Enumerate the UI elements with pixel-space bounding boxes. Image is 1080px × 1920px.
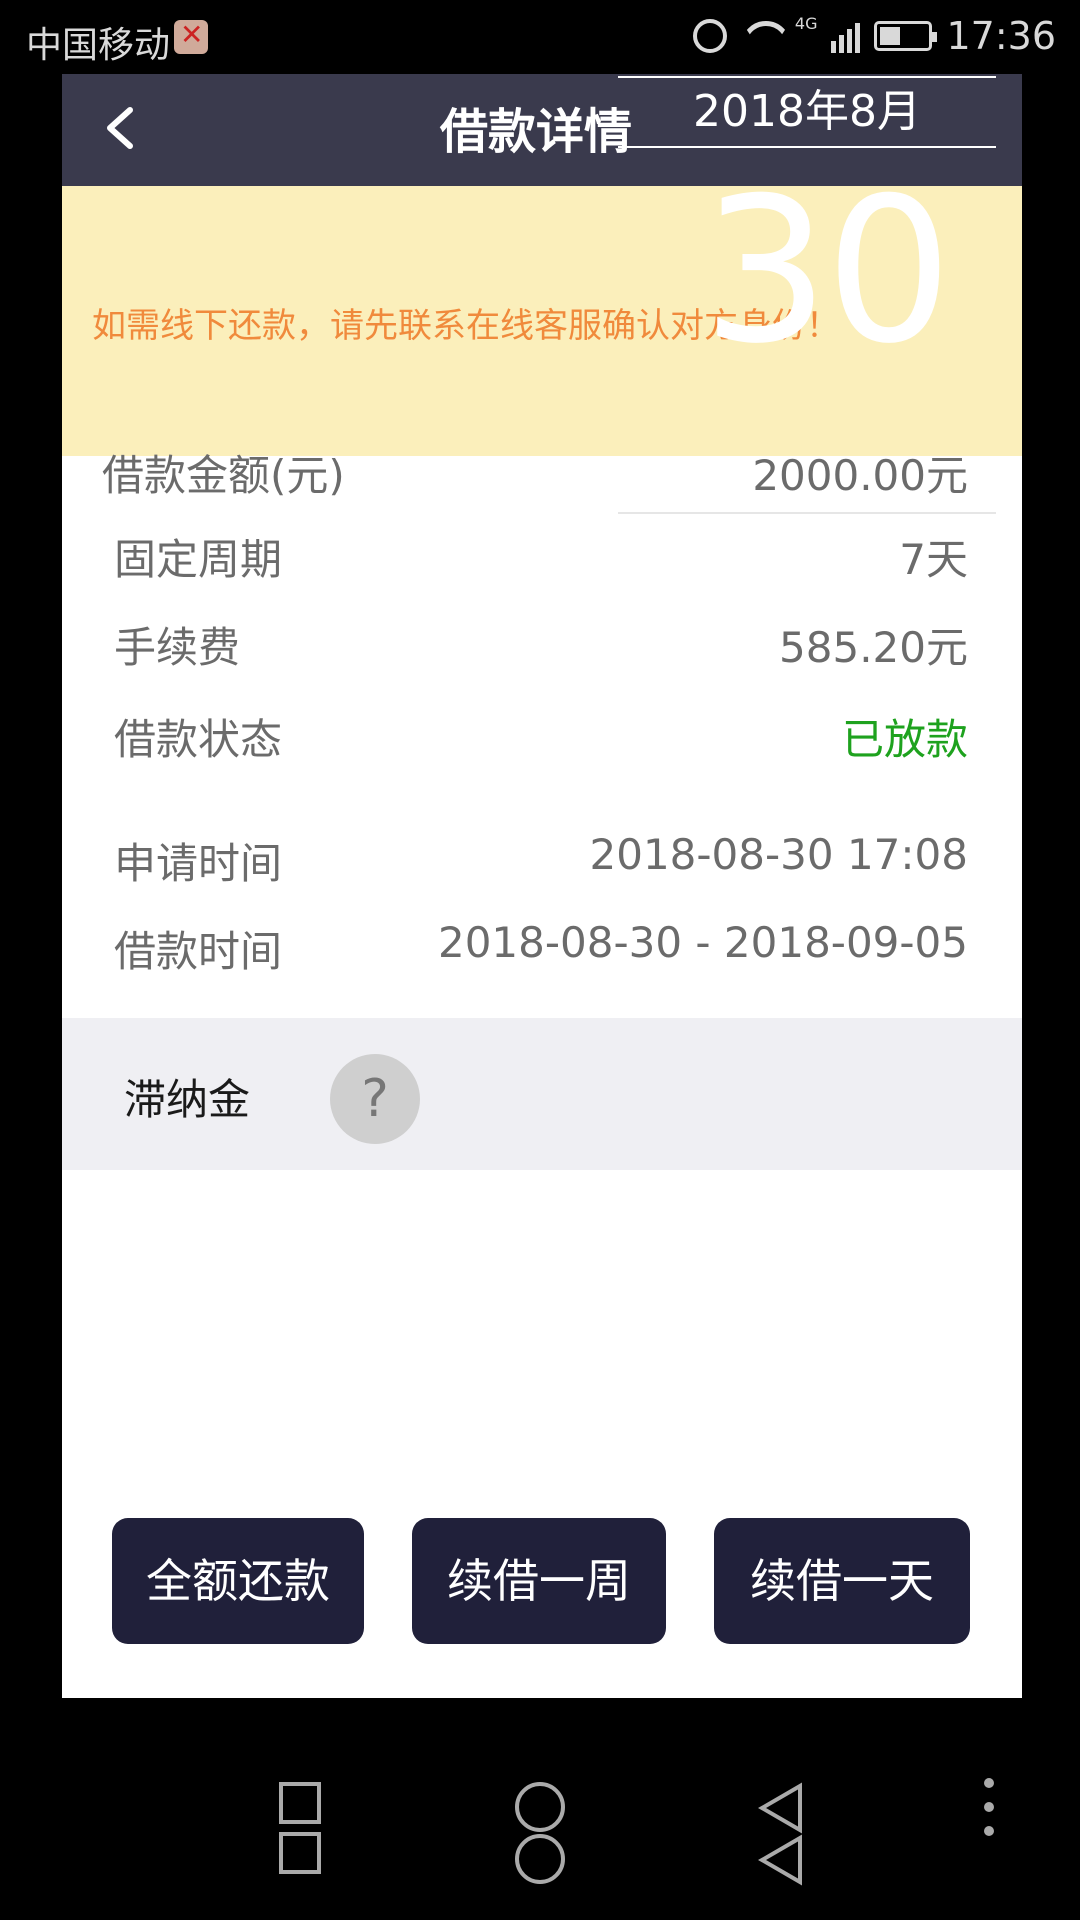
network-type: 4G: [794, 14, 818, 33]
signal-icon: [831, 19, 861, 53]
detail-row-fee: 手续费 585.20元: [62, 606, 1022, 676]
circle-icon: [515, 1834, 565, 1884]
detail-value: 585.20元: [779, 623, 968, 672]
status-icons: 4G 17:36: [692, 14, 1056, 58]
circle-icon: [515, 1782, 565, 1832]
app-window: 借款详情 2018年8月 如需线下还款，请先联系在线客服确认对方身份！ 30 借…: [62, 74, 1022, 1698]
date-picker-day: 30: [702, 155, 952, 388]
battery-icon: [874, 21, 938, 51]
detail-label: 固定周期: [114, 535, 283, 584]
late-fee-label: 滞纳金: [124, 1075, 251, 1124]
square-icon: [279, 1832, 321, 1874]
back-triangle-icon: [758, 1782, 802, 1886]
more-options-icon[interactable]: [984, 1778, 996, 1850]
detail-row-loan-time: 借款时间 2018-08-30 - 2018-09-05: [62, 910, 1022, 980]
help-icon[interactable]: ?: [330, 1054, 420, 1144]
detail-label: 手续费: [114, 623, 241, 672]
detail-value: 2018-08-30 - 2018-09-05: [437, 918, 968, 967]
carrier-name: 中国移动: [26, 25, 171, 66]
detail-value: 2018-08-30 17:08: [589, 830, 968, 879]
back-arrow-icon[interactable]: [98, 104, 146, 152]
detail-row-amount: 借款金额(元) 2000.00元: [62, 451, 1022, 526]
repay-full-button[interactable]: 全额还款: [112, 1518, 364, 1644]
detail-row-period: 固定周期 7天: [62, 518, 1022, 588]
home-button[interactable]: [510, 1782, 570, 1892]
clock: 17:36: [946, 14, 1056, 58]
detail-row-status: 借款状态 已放款: [62, 698, 1022, 768]
divider: [618, 512, 996, 514]
detail-value: 7天: [899, 535, 968, 584]
renew-day-button[interactable]: 续借一天: [714, 1518, 970, 1644]
back-button[interactable]: [756, 1782, 806, 1886]
wifi-icon: [741, 21, 781, 51]
detail-value: 2000.00元: [752, 451, 968, 500]
date-picker-month: 2018年8月: [618, 76, 996, 148]
page-title: 借款详情: [440, 104, 633, 160]
detail-row-apply-time: 申请时间 2018-08-30 17:08: [62, 822, 1022, 892]
detail-label: 申请时间: [114, 839, 283, 888]
system-nav-bar: [0, 1698, 1080, 1920]
detail-label: 借款状态: [114, 715, 283, 764]
square-icon: [279, 1782, 321, 1824]
late-fee-section: 滞纳金 ?: [62, 1018, 1022, 1170]
recent-apps-button[interactable]: [270, 1782, 330, 1886]
detail-label: 借款金额(元): [102, 451, 345, 500]
status-value: 已放款: [841, 715, 968, 764]
notification-icon: [174, 18, 208, 54]
detail-label: 借款时间: [114, 927, 283, 976]
status-bar: 中国移动 4G 17:36: [0, 0, 1080, 74]
alarm-icon: [692, 19, 727, 53]
renew-week-button[interactable]: 续借一周: [412, 1518, 666, 1644]
